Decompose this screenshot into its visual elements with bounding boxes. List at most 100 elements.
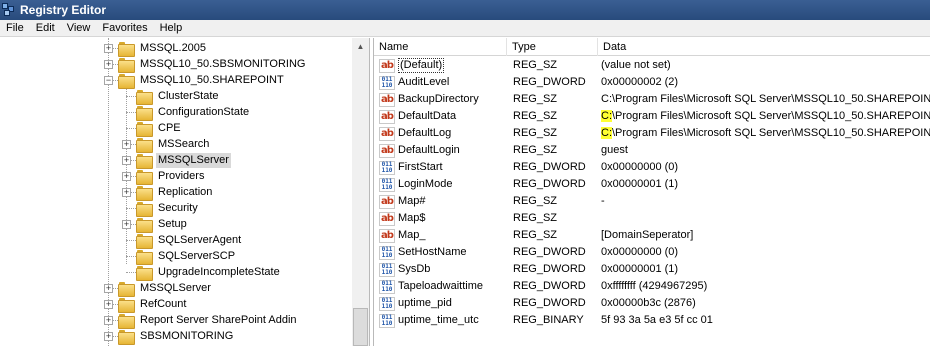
tree-node[interactable]: Setup xyxy=(136,216,189,233)
tree-node-label: MSSQLServer xyxy=(140,281,211,294)
expand-icon[interactable]: + xyxy=(104,284,113,293)
tree-node[interactable]: MSSQL.2005 xyxy=(118,40,208,57)
folder-icon xyxy=(118,73,135,89)
value-row[interactable]: ab DefaultData REG_SZ C:\Program Files\Micr… xyxy=(374,108,930,125)
value-data-cell: C:\Program Files\Microsoft SQL Server\MS… xyxy=(601,91,930,108)
tree-node-label: UpgradeIncompleteState xyxy=(158,265,280,278)
value-data-cell: 0x00000b3c (2876) xyxy=(601,295,930,312)
value-name-cell: 011 110 AuditLevel xyxy=(379,74,504,91)
value-type: REG_SZ xyxy=(513,93,558,105)
expand-icon[interactable]: + xyxy=(104,44,113,53)
tree-node-label: MSSQL10_50.SHAREPOINT xyxy=(140,73,284,86)
tree-node-label: RefCount xyxy=(140,297,187,310)
string-value-icon: ab xyxy=(379,92,395,107)
value-data: guest xyxy=(601,144,628,156)
value-row[interactable]: ab DefaultLogin REG_SZ guest xyxy=(374,142,930,159)
value-row[interactable]: 011 110 FirstStart REG_DWORD 0x00000000 (0) xyxy=(374,159,930,176)
folder-icon xyxy=(136,233,153,249)
value-data: \Program Files\Microsoft SQL Server\MSSQ… xyxy=(612,127,930,139)
tree-node[interactable]: SQLServerAgent xyxy=(136,232,243,249)
scroll-up-arrow-icon[interactable]: ▲ xyxy=(352,38,369,55)
expand-icon[interactable]: + xyxy=(122,156,131,165)
value-name: FirstStart xyxy=(398,161,443,173)
column-header-type[interactable]: Type xyxy=(507,38,598,56)
value-row[interactable]: 011 110 SysDb REG_DWORD 0x00000001 (1) xyxy=(374,261,930,278)
value-row[interactable]: 011 110 LoginMode REG_DWORD 0x00000001 (1) xyxy=(374,176,930,193)
value-name: Map$ xyxy=(398,212,426,224)
expand-icon[interactable]: + xyxy=(104,300,113,309)
values-list[interactable]: Name Type Data ab (Default) REG_SZ (value n… xyxy=(373,38,930,346)
tree-node[interactable]: Report Server SharePoint Addin xyxy=(118,312,299,329)
value-name: Map# xyxy=(398,195,426,207)
string-value-icon: ab xyxy=(379,143,395,158)
value-data-cell: 0x00000001 (1) xyxy=(601,176,930,193)
tree-node-label: SQLServerAgent xyxy=(158,233,242,246)
value-row[interactable]: ab Map# REG_SZ - xyxy=(374,193,930,210)
tree-node-label: ClusterState xyxy=(158,89,219,102)
expand-icon[interactable]: + xyxy=(122,172,131,181)
tree-node[interactable]: MSSQLServer xyxy=(136,152,231,169)
expand-icon[interactable]: + xyxy=(104,332,113,341)
value-name: (Default) xyxy=(398,58,445,73)
tree-scrollbar[interactable]: ▲ xyxy=(352,38,369,346)
registry-tree[interactable]: + MSSQL.2005 + MSSQL10_50.SBSMONITORING − MSS… xyxy=(0,38,370,346)
value-row[interactable]: ab Map$ REG_SZ xyxy=(374,210,930,227)
tree-node[interactable]: Security xyxy=(136,200,200,217)
scroll-thumb[interactable] xyxy=(353,308,368,346)
tree-node[interactable]: SQLServerSCP xyxy=(136,248,237,265)
column-header-data[interactable]: Data xyxy=(598,38,930,56)
value-row[interactable]: 011 110 uptime_time_utc REG_BINARY 5f 93 3a … xyxy=(374,312,930,329)
value-row[interactable]: ab (Default) REG_SZ (value not set) xyxy=(374,57,930,74)
value-row[interactable]: 011 110 Tapeloadwaittime REG_DWORD 0xfffffff… xyxy=(374,278,930,295)
value-data-cell: 0xffffffff (4294967295) xyxy=(601,278,930,295)
folder-icon xyxy=(136,121,153,137)
menu-file[interactable]: File xyxy=(0,20,30,36)
tree-node[interactable]: Replication xyxy=(136,184,214,201)
value-name: DefaultData xyxy=(398,110,457,122)
binary-value-icon: 011 110 xyxy=(379,75,395,90)
column-header-name[interactable]: Name xyxy=(374,38,507,56)
value-row[interactable]: 011 110 uptime_pid REG_DWORD 0x00000b3c (287… xyxy=(374,295,930,312)
tree-node[interactable]: ClusterState xyxy=(136,88,221,105)
tree-node[interactable]: MSSQLServer xyxy=(118,280,213,297)
tree-node[interactable]: MSSQL10_50.SHAREPOINT xyxy=(118,72,286,89)
value-row[interactable]: ab DefaultLog REG_SZ C:\Program Files\Micro… xyxy=(374,125,930,142)
value-name: SysDb xyxy=(398,263,431,275)
value-row[interactable]: ab BackupDirectory REG_SZ C:\Program Files\… xyxy=(374,91,930,108)
value-type: REG_SZ xyxy=(513,144,558,156)
tree-node[interactable]: MSSearch xyxy=(136,136,211,153)
folder-icon xyxy=(118,313,135,329)
tree-node-label: MSSearch xyxy=(158,137,210,150)
value-data: \Program Files\Microsoft SQL Server\MSSQ… xyxy=(612,110,930,122)
tree-node[interactable]: Providers xyxy=(136,168,206,185)
value-name-cell: 011 110 SysDb xyxy=(379,261,504,278)
expand-icon[interactable]: + xyxy=(122,188,131,197)
tree-node[interactable]: UpgradeIncompleteState xyxy=(136,264,282,281)
menu-help[interactable]: Help xyxy=(154,20,189,36)
expand-icon[interactable]: + xyxy=(122,140,131,149)
tree-node[interactable]: MSSQL10_50.SBSMONITORING xyxy=(118,56,307,73)
expand-icon[interactable]: + xyxy=(122,220,131,229)
menu-edit[interactable]: Edit xyxy=(30,20,61,36)
tree-node-label: SBSMONITORING xyxy=(140,329,234,342)
menu-view[interactable]: View xyxy=(61,20,97,36)
value-row[interactable]: 011 110 AuditLevel REG_DWORD 0x00000002 (2) xyxy=(374,74,930,91)
value-row[interactable]: ab Map_ REG_SZ [DomainSeperator] xyxy=(374,227,930,244)
value-type: REG_SZ xyxy=(513,212,558,224)
collapse-icon[interactable]: − xyxy=(104,76,113,85)
binary-value-icon: 011 110 xyxy=(379,279,395,294)
menu-bar: File Edit View Favorites Help xyxy=(0,20,930,37)
tree-node[interactable]: RefCount xyxy=(118,296,188,313)
expand-icon[interactable]: + xyxy=(104,60,113,69)
value-row[interactable]: 011 110 SetHostName REG_DWORD 0x00000000 (0) xyxy=(374,244,930,261)
value-data-cell: guest xyxy=(601,142,930,159)
value-name-cell: 011 110 LoginMode xyxy=(379,176,504,193)
tree-node[interactable]: SBSMONITORING xyxy=(118,328,235,345)
menu-favorites[interactable]: Favorites xyxy=(96,20,153,36)
tree-node-label: Replication xyxy=(158,185,213,198)
value-name-cell: ab DefaultLog xyxy=(379,125,504,142)
value-type: REG_DWORD xyxy=(513,297,586,309)
tree-node[interactable]: ConfigurationState xyxy=(136,104,251,121)
expand-icon[interactable]: + xyxy=(104,316,113,325)
tree-node[interactable]: CPE xyxy=(136,120,183,137)
